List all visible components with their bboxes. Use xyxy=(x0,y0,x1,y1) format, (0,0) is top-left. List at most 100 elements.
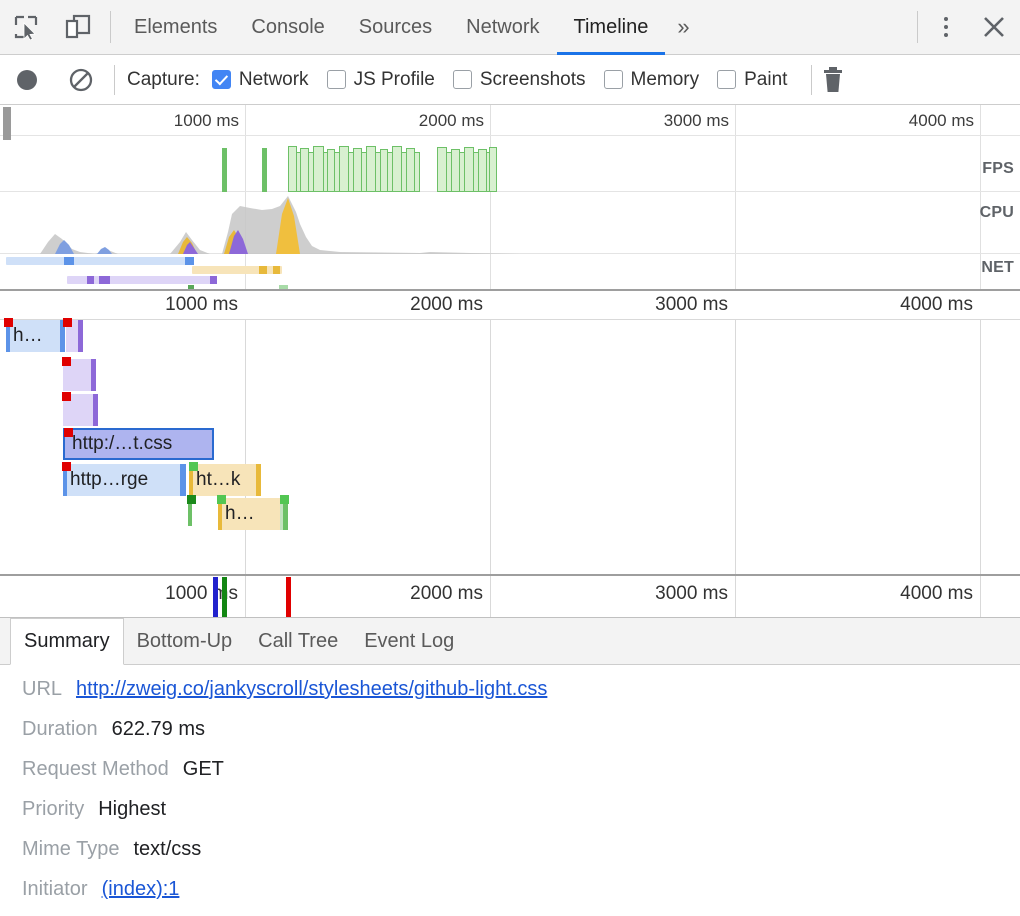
tab-console[interactable]: Console xyxy=(234,0,341,55)
summary-key: Mime Type xyxy=(22,838,119,861)
more-vertical-icon[interactable] xyxy=(924,0,968,54)
table-row[interactable]: h… xyxy=(0,498,1020,534)
waterfall-tick-3000: 3000 ms xyxy=(655,294,735,316)
checkbox-js-profile-label: JS Profile xyxy=(354,69,435,91)
request-bar[interactable]: ht…k xyxy=(189,464,261,496)
network-waterfall[interactable]: 1000 ms 2000 ms 3000 ms 4000 ms h… xyxy=(0,291,1020,617)
waterfall-bottom-tick-3000: 3000 ms xyxy=(655,583,735,605)
tab-sources[interactable]: Sources xyxy=(342,0,449,55)
chevron-double-right-icon: » xyxy=(677,14,689,40)
event-marker xyxy=(189,462,198,471)
checkbox-memory[interactable]: Memory xyxy=(604,69,700,91)
tab-bottom-up[interactable]: Bottom-Up xyxy=(124,618,246,664)
checkbox-screenshots-box[interactable] xyxy=(453,70,472,89)
tab-event-log[interactable]: Event Log xyxy=(351,618,467,664)
clear-prohibited-icon[interactable] xyxy=(54,55,108,104)
checkbox-network-box[interactable] xyxy=(212,70,231,89)
checkbox-paint-box[interactable] xyxy=(717,70,736,89)
close-icon[interactable] xyxy=(968,0,1020,54)
dom-content-loaded-marker[interactable] xyxy=(213,577,218,617)
tab-call-tree[interactable]: Call Tree xyxy=(245,618,351,664)
summary-row-url: URL http://zweig.co/jankyscroll/styleshe… xyxy=(22,678,1020,718)
table-row[interactable] xyxy=(0,359,1020,395)
lane-label-net: NET xyxy=(981,259,1014,277)
overview-ruler[interactable]: 1000 ms 2000 ms 3000 ms 4000 ms xyxy=(0,105,1020,136)
waterfall-bottom-tick-4000: 4000 ms xyxy=(900,583,980,605)
capture-label: Capture: xyxy=(127,69,200,91)
request-label: h… xyxy=(218,503,255,525)
warning-marker xyxy=(4,318,13,327)
table-row-selected[interactable]: http:/…t.css xyxy=(0,428,1020,464)
checkbox-memory-label: Memory xyxy=(631,69,700,91)
overview-tick-4000: 4000 ms xyxy=(909,111,980,131)
warning-marker xyxy=(64,428,73,437)
summary-row-duration: Duration 622.79 ms xyxy=(22,718,1020,758)
checkbox-screenshots[interactable]: Screenshots xyxy=(453,69,586,91)
toolbar-divider xyxy=(110,11,111,43)
devtools-tab-bar: Elements Console Sources Network Timelin… xyxy=(0,0,1020,55)
tab-label: Sources xyxy=(359,16,432,39)
request-bar[interactable]: h… xyxy=(6,320,64,352)
load-event-marker[interactable] xyxy=(286,577,291,617)
summary-value-request-method: GET xyxy=(183,758,224,781)
checkbox-network[interactable]: Network xyxy=(212,69,309,91)
checkbox-network-label: Network xyxy=(239,69,309,91)
summary-tab-label: Event Log xyxy=(364,630,454,653)
table-row[interactable]: http…rge ht…k xyxy=(0,464,1020,500)
trash-icon[interactable] xyxy=(818,55,848,104)
tab-elements[interactable]: Elements xyxy=(117,0,234,55)
waterfall-bottom-ruler: 1000 ms 2000 ms 3000 ms 4000 ms xyxy=(0,574,1020,617)
tab-network[interactable]: Network xyxy=(449,0,556,55)
event-marker xyxy=(217,495,226,504)
request-bar[interactable]: h… xyxy=(218,498,286,530)
tab-summary[interactable]: Summary xyxy=(10,618,124,665)
tab-bar-actions xyxy=(911,0,1020,54)
more-tabs-button[interactable]: » xyxy=(665,0,701,55)
tab-label: Network xyxy=(466,16,539,39)
request-label: h… xyxy=(6,325,43,347)
request-bar-selected[interactable]: http:/…t.css xyxy=(63,428,214,460)
waterfall-bottom-tick-2000: 2000 ms xyxy=(410,583,490,605)
devtools-window: Elements Console Sources Network Timelin… xyxy=(0,0,1020,916)
timeline-overview[interactable]: 1000 ms 2000 ms 3000 ms 4000 ms xyxy=(0,105,1020,291)
waterfall-rows: h… xyxy=(0,320,1020,574)
overview-fps-lane xyxy=(0,136,1020,192)
table-row[interactable] xyxy=(0,394,1020,430)
capture-divider xyxy=(114,65,115,95)
first-paint-marker[interactable] xyxy=(222,577,227,617)
summary-tab-label: Call Tree xyxy=(258,630,338,653)
summary-value-url[interactable]: http://zweig.co/jankyscroll/stylesheets/… xyxy=(76,678,547,701)
request-label: http:/…t.css xyxy=(65,433,172,455)
overview-cpu-lane xyxy=(0,192,1020,254)
summary-value-mime-type: text/css xyxy=(133,838,201,861)
capture-toolbar: Capture: Network JS Profile Screenshots … xyxy=(0,55,1020,105)
inspect-element-icon[interactable] xyxy=(0,0,52,54)
device-toolbar-icon[interactable] xyxy=(52,0,104,54)
warning-marker xyxy=(62,392,71,401)
checkbox-paint[interactable]: Paint xyxy=(717,69,787,91)
summary-value-initiator[interactable]: (index):1 xyxy=(102,878,180,901)
table-row[interactable]: h… xyxy=(0,320,1020,356)
checkbox-js-profile[interactable]: JS Profile xyxy=(327,69,435,91)
summary-key: Initiator xyxy=(22,878,88,901)
checkbox-memory-box[interactable] xyxy=(604,70,623,89)
lane-label-cpu: CPU xyxy=(980,204,1014,222)
overview-net-lane xyxy=(0,254,1020,291)
summary-row-mime-type: Mime Type text/css xyxy=(22,838,1020,878)
summary-key: Request Method xyxy=(22,758,169,781)
checkbox-js-profile-box[interactable] xyxy=(327,70,346,89)
overview-tick-1000: 1000 ms xyxy=(174,111,245,131)
summary-row-request-method: Request Method GET xyxy=(22,758,1020,798)
waterfall-bottom-tick-1000: 1000 ms xyxy=(165,583,245,605)
request-bar[interactable]: http…rge xyxy=(63,464,185,496)
tab-timeline[interactable]: Timeline xyxy=(557,0,666,55)
waterfall-tick-1000: 1000 ms xyxy=(165,294,245,316)
waterfall-tick-4000: 4000 ms xyxy=(900,294,980,316)
panel-tabs: Elements Console Sources Network Timelin… xyxy=(117,0,702,55)
warning-marker xyxy=(62,462,71,471)
summary-panel: Summary Bottom-Up Call Tree Event Log UR… xyxy=(0,617,1020,916)
warning-marker xyxy=(63,318,72,327)
summary-key: Duration xyxy=(22,718,98,741)
record-circle-icon[interactable] xyxy=(0,55,54,104)
summary-row-initiator: Initiator (index):1 xyxy=(22,878,1020,916)
